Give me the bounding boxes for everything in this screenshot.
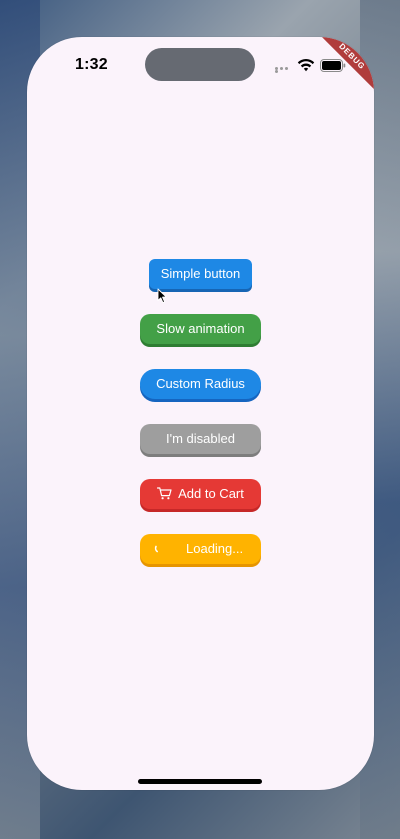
shopping-cart-icon (157, 487, 172, 500)
custom-radius-button[interactable]: Custom Radius (140, 369, 261, 399)
mouse-pointer-icon (157, 288, 167, 304)
status-time: 1:32 (75, 56, 108, 73)
simple-button[interactable]: Simple button (149, 259, 252, 289)
disabled-button: I'm disabled (140, 424, 261, 454)
add-to-cart-label: Add to Cart (178, 486, 244, 501)
home-indicator[interactable] (138, 779, 262, 784)
add-to-cart-button[interactable]: Add to Cart (140, 479, 261, 509)
slow-animation-button[interactable]: Slow animation (140, 314, 261, 344)
wifi-icon (297, 59, 315, 72)
dynamic-island (145, 48, 255, 81)
spinner-icon (154, 545, 158, 553)
cellular-signal-icon (275, 67, 293, 73)
phone-screen: 1:32 DEBUG Simple button Slow animation … (27, 37, 374, 790)
loading-button[interactable]: Loading... (140, 534, 261, 564)
status-bar: 1:32 (27, 37, 374, 93)
loading-label: Loading... (186, 541, 244, 556)
battery-icon (320, 59, 346, 72)
